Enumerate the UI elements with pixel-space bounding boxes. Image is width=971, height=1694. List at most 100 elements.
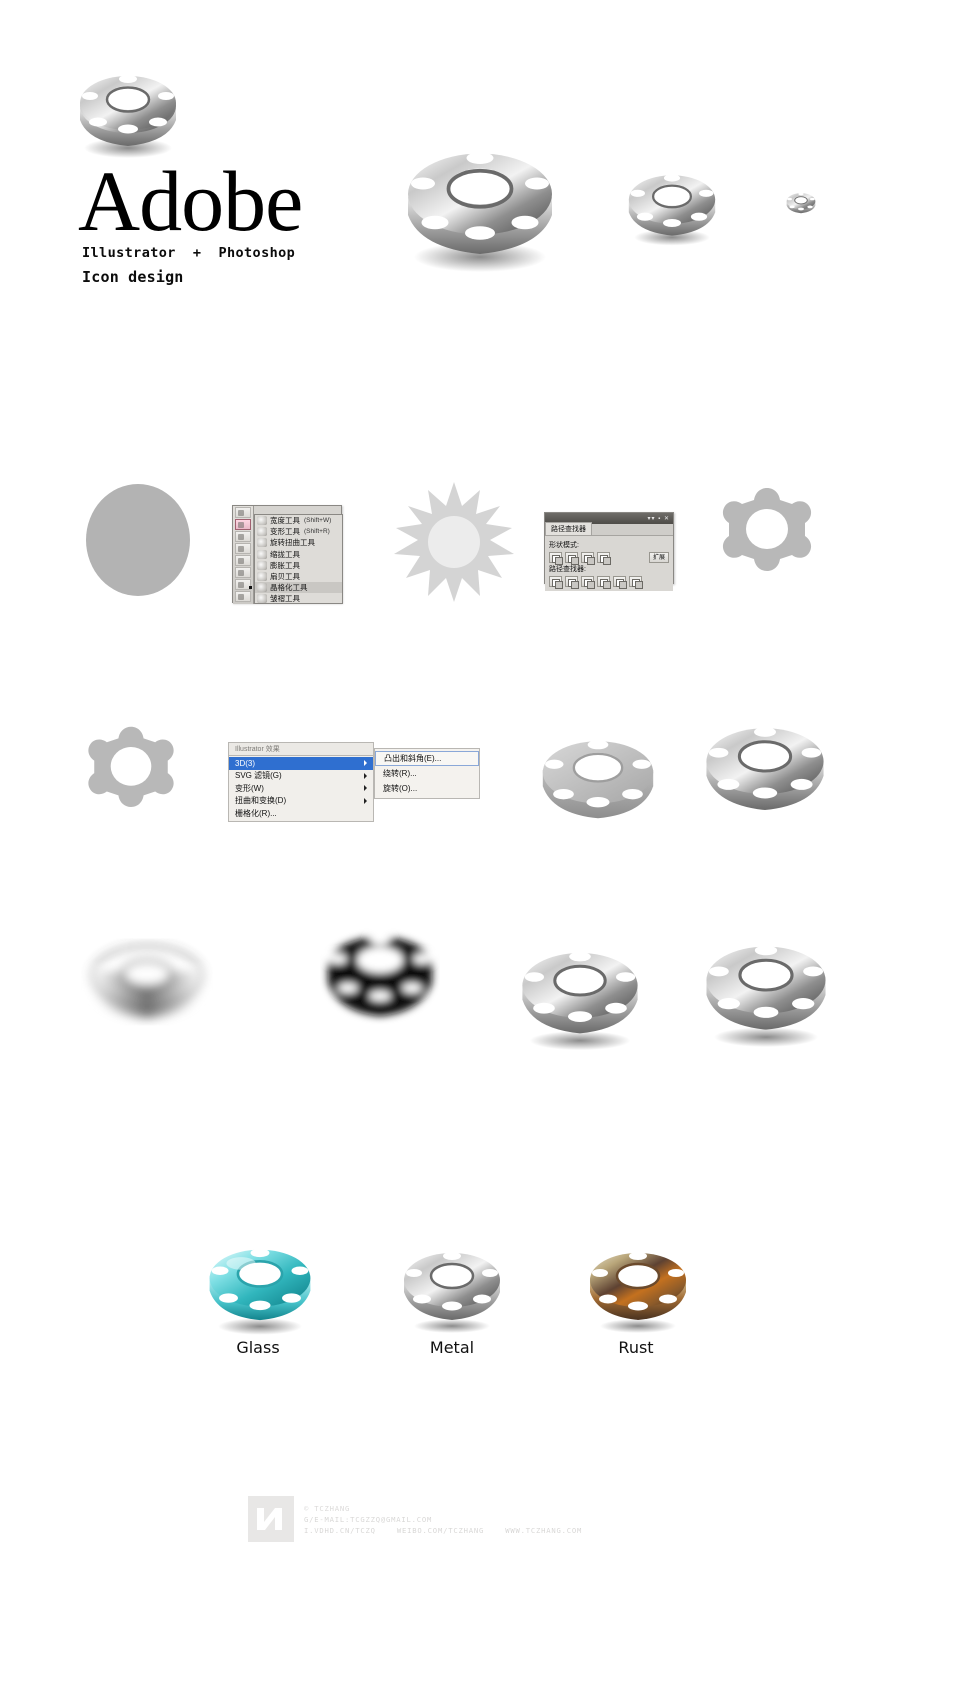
tool-cell[interactable] (235, 567, 251, 578)
gear-3d-rust (578, 1238, 698, 1343)
tool-item-scallop[interactable]: 扇贝工具 (255, 571, 342, 582)
submenu-item-rotate[interactable]: 旋转(O)... (375, 781, 479, 796)
watermark-line-1: © TCZHANG (304, 1503, 351, 1513)
watermark-link-1: I.VDHD.CN/TCZQ (304, 1525, 376, 1535)
tool-item-label: 晶格化工具 (270, 583, 308, 593)
tool-cell-selected[interactable] (235, 519, 251, 530)
width-tool-icon (257, 516, 267, 526)
crop-icon[interactable] (597, 576, 611, 589)
menu-item-label: 变形(W) (235, 783, 264, 793)
tool-flyout-list[interactable]: 宽度工具 (Shift+W) 变形工具 (Shift+R) 旋转扭曲工具 缩拢工… (249, 514, 343, 604)
effect-menu[interactable]: Illustrator 效果 3D(3) SVG 滤镜(G) 变形(W) 扭曲和… (228, 742, 374, 822)
menu-item-svg-filters[interactable]: SVG 滤镜(G) (229, 770, 373, 783)
tool-cell[interactable] (235, 543, 251, 554)
material-label-rust: Rust (618, 1338, 654, 1357)
tool-item-label: 变形工具 (270, 527, 300, 537)
illustrator-tool-flyout[interactable]: 宽度工具 (Shift+W) 变形工具 (Shift+R) 旋转扭曲工具 缩拢工… (232, 505, 343, 604)
menu-item-label: 扭曲和变换(D) (235, 796, 287, 806)
scallop-tool-icon (257, 572, 267, 582)
gear-3d-size-64 (618, 160, 726, 255)
tool-item-bloat[interactable]: 膨胀工具 (255, 560, 342, 571)
gear-3d-metal-a (506, 935, 654, 1060)
shape-modes-icons[interactable]: 扩展 (549, 552, 669, 565)
menu-item-label: 栅格化(R)... (235, 808, 277, 818)
merge-icon[interactable] (581, 576, 595, 589)
tool-item-warp[interactable]: 变形工具 (Shift+R) (255, 526, 342, 537)
menu-item-distort-transform[interactable]: 扭曲和变换(D) (229, 795, 373, 808)
watermark-logo-icon (248, 1496, 294, 1542)
effect-submenu-3d[interactable]: 凸出和斜角(E)... 绕转(R)... 旋转(O)... (374, 748, 480, 799)
panel-body: 形状模式: 扩展 路径查找器: (545, 536, 673, 591)
tool-item-wrinkle[interactable]: 皱褶工具 (255, 593, 342, 604)
shape-crystallized-star (392, 480, 516, 604)
shape-modes-label: 形状模式: (549, 542, 579, 549)
mask-blur-light (72, 930, 222, 1055)
minus-front-icon[interactable] (565, 552, 579, 565)
tool-strip[interactable] (233, 506, 254, 604)
exclude-icon[interactable] (597, 552, 611, 565)
material-label-metal: Metal (429, 1338, 475, 1357)
tool-item-crystallize[interactable]: 晶格化工具 (249, 582, 342, 594)
tool-item-label: 旋转扭曲工具 (270, 538, 315, 548)
watermark-link-2: WEIBO.COM/TCZHANG (396, 1525, 485, 1535)
tool-cell[interactable] (235, 555, 251, 566)
tool-item-label: 膨胀工具 (270, 560, 300, 570)
submenu-item-revolve[interactable]: 绕转(R)... (375, 766, 479, 781)
outline-icon[interactable] (613, 576, 627, 589)
pathfinder-panel[interactable]: ▾▾ ▪ ✕ 路径查找器 形状模式: 扩展 路径查找器: (544, 512, 674, 591)
panel-tabrow[interactable]: 路径查找器 (545, 522, 673, 536)
material-label-glass: Glass (236, 1338, 280, 1357)
pathfinders-icons[interactable] (549, 576, 669, 589)
submenu-arrow-icon (364, 760, 367, 767)
minus-back-icon[interactable] (629, 576, 643, 589)
tool-item-label: 缩拢工具 (270, 549, 300, 559)
tool-item-label: 皱褶工具 (270, 594, 300, 604)
menu-item-label: SVG 滤镜(G) (235, 771, 282, 781)
panel-window-controls-icon[interactable]: ▾▾ ▪ ✕ (647, 515, 670, 522)
menu-item-3d[interactable]: 3D(3) (229, 757, 373, 770)
tool-cell[interactable] (235, 531, 251, 542)
tool-item-shortcut: (Shift+W) (304, 517, 332, 525)
intersect-icon[interactable] (581, 552, 595, 565)
submenu-body[interactable]: 凸出和斜角(E)... 绕转(R)... 旋转(O)... (374, 748, 480, 799)
crystallize-tool-icon (257, 583, 267, 593)
mask-blur-dark (320, 922, 440, 1043)
tool-cell[interactable] (235, 591, 251, 602)
effect-menu-header: Illustrator 效果 (228, 742, 374, 755)
gear-3d-extruded-plain (528, 724, 668, 844)
wrinkle-tool-icon (257, 594, 267, 604)
pathfinders-label: 路径查找器: (549, 566, 586, 573)
trim-icon[interactable] (565, 576, 579, 589)
unite-icon[interactable] (549, 552, 563, 565)
tool-item-label: 宽度工具 (270, 516, 300, 526)
menu-item-warp[interactable]: 变形(W) (229, 782, 373, 795)
submenu-item-extrude-bevel[interactable]: 凸出和斜角(E)... (375, 751, 479, 766)
poster-canvas: Adobe Illustrator + Photoshop Icon desig… (0, 0, 971, 1694)
gear-3d-size-128 (390, 128, 570, 283)
watermark: © TCZHANG G/E-MAIL:TCGZZQ@GMAIL.COM I.VD… (248, 1490, 728, 1548)
menu-item-rasterize[interactable]: 栅格化(R)... (229, 807, 373, 820)
menu-item-label: 3D(3) (235, 758, 256, 768)
effect-menu-body[interactable]: 3D(3) SVG 滤镜(G) 变形(W) 扭曲和变换(D) 栅格化(R)... (228, 755, 374, 822)
shape-gear-flat-r2 (706, 488, 828, 594)
submenu-arrow-icon (364, 772, 367, 779)
expand-button[interactable]: 扩展 (648, 552, 669, 563)
watermark-line-2: G/E-MAIL:TCGZZQ@GMAIL.COM (304, 1514, 433, 1524)
twirl-tool-icon (257, 538, 267, 548)
selected-marker-icon (249, 586, 252, 590)
tool-cell[interactable] (235, 507, 251, 518)
tab-pathfinder[interactable]: 路径查找器 (545, 522, 592, 535)
submenu-arrow-icon (364, 797, 367, 804)
gear-3d-hero (68, 62, 188, 167)
shape-gear-flat-r3 (72, 726, 190, 830)
tool-item-twirl[interactable]: 旋转扭曲工具 (255, 537, 342, 548)
gear-3d-size-32 (783, 188, 819, 223)
warp-tool-icon (257, 527, 267, 537)
gear-3d-shaded (690, 710, 840, 837)
bloat-tool-icon (257, 560, 267, 570)
divide-icon[interactable] (549, 576, 563, 589)
tool-item-width[interactable]: 宽度工具 (Shift+W) (255, 515, 342, 526)
watermark-text: © TCZHANG G/E-MAIL:TCGZZQ@GMAIL.COM I.VD… (304, 1503, 598, 1536)
tool-item-pucker[interactable]: 缩拢工具 (255, 549, 342, 560)
watermark-line-3: I.VDHD.CN/TCZQ WEIBO.COM/TCZHANG WWW.TCZ… (304, 1525, 598, 1536)
